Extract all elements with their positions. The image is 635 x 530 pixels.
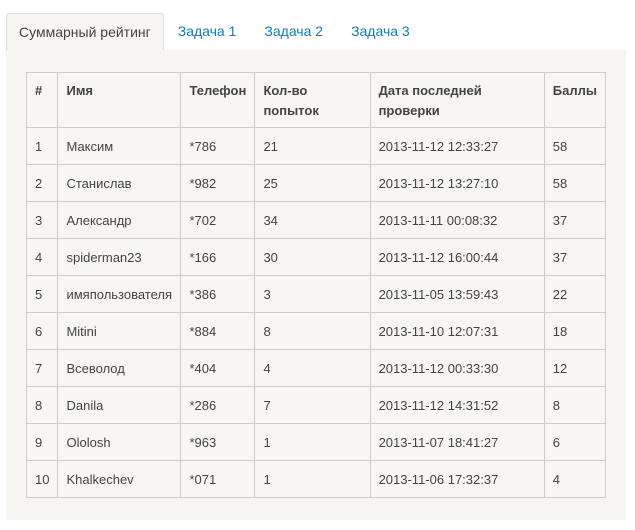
- cell-num: 8: [25, 386, 59, 424]
- cell-last-check: 2013-11-12 14:31:52: [369, 386, 545, 424]
- cell-name: Всеволод: [57, 349, 182, 387]
- cell-phone: *404: [180, 349, 256, 387]
- tab-summary-rating[interactable]: Суммарный рейтинг: [6, 13, 164, 50]
- cell-attempts: 25: [254, 164, 371, 202]
- cell-name: Станислав: [57, 164, 182, 202]
- table-header-row: # Имя Телефон Кол-во попыток Дата последней …: [25, 72, 607, 128]
- cell-score: 12: [543, 349, 607, 387]
- cell-attempts: 21: [254, 127, 371, 165]
- cell-last-check: 2013-11-12 16:00:44: [369, 238, 545, 276]
- cell-phone: *166: [180, 238, 256, 276]
- table-row: 2 Станислав *982 25 2013-11-12 13:27:10 58: [25, 164, 607, 202]
- cell-phone: *386: [180, 275, 256, 313]
- table-row: 7 Всеволод *404 4 2013-11-12 00:33:30 12: [25, 349, 607, 387]
- cell-attempts: 7: [254, 386, 371, 424]
- cell-last-check: 2013-11-06 17:32:37: [369, 460, 545, 498]
- cell-phone: *786: [180, 127, 256, 165]
- table-row: 4 spiderman23 *166 30 2013-11-12 16:00:44 37: [25, 238, 607, 276]
- cell-score: 37: [543, 238, 607, 276]
- table-row: 6 Mitini *884 8 2013-11-10 12:07:31 18: [25, 312, 607, 350]
- cell-score: 58: [543, 127, 607, 165]
- cell-last-check: 2013-11-12 00:33:30: [369, 349, 545, 387]
- cell-score: 6: [543, 423, 607, 461]
- cell-attempts: 1: [254, 460, 371, 498]
- column-header-attempts: Кол-во попыток: [254, 72, 371, 128]
- table-row: 1 Максим *786 21 2013-11-12 12:33:27 58: [25, 127, 607, 165]
- cell-score: 4: [543, 460, 607, 498]
- cell-name: Александр: [57, 201, 182, 239]
- tab-task-2[interactable]: Задача 2: [250, 13, 337, 50]
- cell-name: Danila: [57, 386, 182, 424]
- cell-num: 9: [25, 423, 59, 461]
- cell-name: Mitini: [57, 312, 182, 350]
- cell-phone: *286: [180, 386, 256, 424]
- cell-attempts: 8: [254, 312, 371, 350]
- cell-phone: *982: [180, 164, 256, 202]
- cell-num: 4: [25, 238, 59, 276]
- column-header-score: Баллы: [543, 72, 607, 128]
- cell-score: 8: [543, 386, 607, 424]
- cell-last-check: 2013-11-07 18:41:27: [369, 423, 545, 461]
- cell-name: имяпользователя: [57, 275, 182, 313]
- tab-task-1[interactable]: Задача 1: [164, 13, 251, 50]
- cell-num: 1: [25, 127, 59, 165]
- cell-attempts: 30: [254, 238, 371, 276]
- cell-last-check: 2013-11-11 00:08:32: [369, 201, 545, 239]
- cell-phone: *884: [180, 312, 256, 350]
- cell-num: 2: [25, 164, 59, 202]
- table-row: 10 Khalkechev *071 1 2013-11-06 17:32:37 4: [25, 460, 607, 498]
- tab-panel: # Имя Телефон Кол-во попыток Дата последней …: [6, 50, 626, 520]
- tab-task-3[interactable]: Задача 3: [337, 13, 424, 50]
- cell-attempts: 34: [254, 201, 371, 239]
- cell-last-check: 2013-11-05 13:59:43: [369, 275, 545, 313]
- cell-name: Максим: [57, 127, 182, 165]
- table-row: 5 имяпользователя *386 3 2013-11-05 13:59:43…: [25, 275, 607, 313]
- cell-attempts: 1: [254, 423, 371, 461]
- cell-phone: *963: [180, 423, 256, 461]
- column-header-num: #: [25, 72, 59, 128]
- tab-bar: Суммарный рейтинг Задача 1 Задача 2 Зада…: [6, 13, 424, 50]
- cell-name: spiderman23: [57, 238, 182, 276]
- cell-num: 5: [25, 275, 59, 313]
- column-header-name: Имя: [57, 72, 182, 128]
- cell-score: 58: [543, 164, 607, 202]
- cell-last-check: 2013-11-12 12:33:27: [369, 127, 545, 165]
- cell-num: 7: [25, 349, 59, 387]
- cell-last-check: 2013-11-10 12:07:31: [369, 312, 545, 350]
- cell-score: 18: [543, 312, 607, 350]
- cell-num: 6: [25, 312, 59, 350]
- cell-num: 10: [25, 460, 59, 498]
- cell-phone: *071: [180, 460, 256, 498]
- cell-num: 3: [25, 201, 59, 239]
- table-row: 3 Александр *702 34 2013-11-11 00:08:32 37: [25, 201, 607, 239]
- cell-score: 22: [543, 275, 607, 313]
- cell-attempts: 3: [254, 275, 371, 313]
- cell-name: Ololosh: [57, 423, 182, 461]
- table-row: 9 Ololosh *963 1 2013-11-07 18:41:27 6: [25, 423, 607, 461]
- rating-table: # Имя Телефон Кол-во попыток Дата последней …: [25, 72, 607, 498]
- cell-phone: *702: [180, 201, 256, 239]
- cell-last-check: 2013-11-12 13:27:10: [369, 164, 545, 202]
- column-header-last-check: Дата последней проверки: [369, 72, 545, 128]
- table-row: 8 Danila *286 7 2013-11-12 14:31:52 8: [25, 386, 607, 424]
- cell-name: Khalkechev: [57, 460, 182, 498]
- column-header-phone: Телефон: [180, 72, 256, 128]
- cell-score: 37: [543, 201, 607, 239]
- cell-attempts: 4: [254, 349, 371, 387]
